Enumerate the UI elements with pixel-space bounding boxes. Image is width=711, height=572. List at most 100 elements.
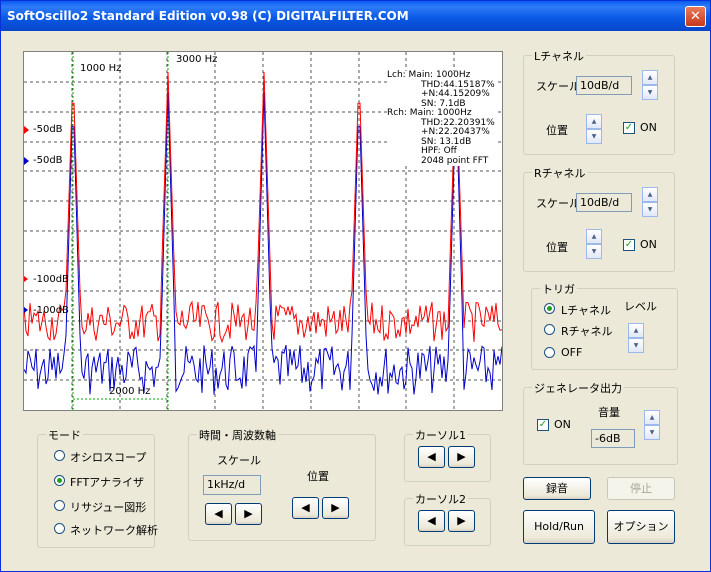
window-title: SoftOscillo2 Standard Edition v0.98 (C) …	[7, 9, 409, 23]
lch-position-spinner[interactable]: ▲ ▼	[586, 114, 602, 144]
hold-run-button[interactable]: Hold/Run	[523, 510, 595, 544]
axis-legend: 時間・周波数軸	[197, 427, 278, 443]
mode-network-radio[interactable]	[54, 523, 65, 534]
mode-oscilloscope-radio[interactable]	[54, 450, 65, 461]
lch-level-marker	[24, 126, 29, 134]
mode-fft-radio[interactable]	[54, 475, 65, 486]
spin-down-icon[interactable]: ▼	[642, 202, 658, 217]
axis-position-left-button[interactable]: ◀	[292, 497, 319, 519]
rch-scale-label: スケール	[536, 197, 580, 210]
cursor2-right-button[interactable]: ▶	[448, 510, 475, 532]
spin-up-icon[interactable]: ▲	[642, 187, 658, 202]
volume-field[interactable]: -6dB	[591, 429, 635, 448]
rch-level-marker	[24, 157, 29, 165]
rch-on-checkbox[interactable]: ✓	[623, 239, 635, 251]
cursor1-group: カーソル1 ◀ ▶	[404, 427, 491, 482]
lch-group: Lチャネル スケール 10dB/d ▲ ▼ 位置 ▲ ▼ ✓ ON	[523, 48, 675, 155]
volume-label: 音量	[598, 406, 620, 419]
axis-position-right-button[interactable]: ▶	[322, 497, 349, 519]
close-button[interactable]: ✕	[685, 6, 706, 27]
cursor2-group: カーソル2 ◀ ▶	[404, 491, 491, 546]
rch-level-marker-low	[24, 307, 28, 313]
lch-on-label: ON	[640, 121, 657, 134]
spin-up-icon[interactable]: ▲	[644, 410, 660, 425]
mode-legend: モード	[46, 427, 83, 443]
info-line: 2048 point FFT	[421, 155, 489, 166]
rch-scale-spinner[interactable]: ▲ ▼	[642, 187, 658, 217]
arrow-right-icon: ▶	[457, 514, 466, 527]
main-window: SoftOscillo2 Standard Edition v0.98 (C) …	[0, 0, 711, 572]
cursor2-left-button[interactable]: ◀	[418, 510, 445, 532]
axis-position-label: 位置	[307, 470, 329, 483]
option-button[interactable]: オプション	[607, 510, 675, 544]
spin-down-icon[interactable]: ▼	[586, 129, 602, 144]
rch-position-spinner[interactable]: ▲ ▼	[586, 229, 602, 259]
marker-label-3000hz: 3000 Hz	[176, 54, 218, 65]
cursor2-legend: カーソル2	[413, 491, 468, 507]
cursor1-left-button[interactable]: ◀	[418, 446, 445, 468]
arrow-right-icon: ▶	[331, 501, 340, 514]
generator-legend: ジェネレータ出力	[532, 380, 624, 396]
spin-down-icon[interactable]: ▼	[628, 338, 644, 353]
axis-scale-field[interactable]: 1kHz/d	[203, 475, 261, 495]
mode-oscilloscope-label: オシロスコープ	[70, 451, 147, 464]
spin-up-icon[interactable]: ▲	[586, 114, 602, 129]
volume-spinner[interactable]: ▲ ▼	[644, 410, 660, 440]
trigger-off-radio[interactable]	[544, 347, 555, 358]
mode-group: モード オシロスコープ FFTアナライザ リサジュー図形 ネットワーク解析	[37, 427, 158, 548]
generator-on-checkbox[interactable]: ✓	[537, 419, 549, 431]
rch-legend: Rチャネル	[532, 165, 588, 181]
lch-level-top: -50dB	[33, 124, 63, 135]
arrow-left-icon: ◀	[427, 450, 436, 463]
arrow-left-icon: ◀	[214, 507, 223, 520]
mode-fft-label: FFTアナライザ	[70, 476, 144, 489]
marker-label-2000hz: 2000 Hz	[109, 386, 151, 397]
axis-group: 時間・周波数軸 スケール 1kHz/d 位置 ◀ ▶ ◀ ▶	[188, 427, 376, 541]
mode-network-label: ネットワーク解析	[70, 524, 158, 537]
generator-on-label: ON	[554, 418, 571, 431]
lch-level-bottom: -100dB	[33, 274, 69, 285]
trigger-level-spinner[interactable]: ▲ ▼	[628, 323, 644, 353]
arrow-right-icon: ▶	[457, 450, 466, 463]
stop-button[interactable]: 停止	[607, 477, 675, 500]
arrow-right-icon: ▶	[244, 507, 253, 520]
lch-scale-spinner[interactable]: ▲ ▼	[642, 70, 658, 100]
cursor1-legend: カーソル1	[413, 427, 468, 443]
axis-scale-label: スケール	[217, 454, 261, 467]
trigger-lch-radio[interactable]	[544, 303, 555, 314]
arrow-left-icon: ◀	[427, 514, 436, 527]
cursor1-right-button[interactable]: ▶	[448, 446, 475, 468]
title-bar[interactable]: SoftOscillo2 Standard Edition v0.98 (C) …	[1, 1, 710, 31]
lch-position-label: 位置	[546, 124, 568, 137]
record-button[interactable]: 録音	[523, 477, 591, 500]
trigger-legend: トリガ	[540, 281, 577, 297]
rch-scale-field[interactable]: 10dB/d	[576, 193, 632, 212]
measurement-info: Lch: Main: 1000Hz THD:44.15187% +N:44.15…	[387, 70, 495, 166]
lch-level-marker-low	[24, 276, 28, 282]
lch-on-checkbox[interactable]: ✓	[623, 122, 635, 134]
rch-group: Rチャネル スケール 10dB/d ▲ ▼ 位置 ▲ ▼ ✓ ON	[523, 165, 675, 272]
spin-down-icon[interactable]: ▼	[644, 425, 660, 440]
axis-scale-left-button[interactable]: ◀	[205, 503, 232, 525]
trigger-off-label: OFF	[561, 346, 583, 359]
rch-level-bottom: -100dB	[33, 305, 69, 316]
fft-display[interactable]: 1000 Hz 3000 Hz 2000 Hz -50dB -50dB -100…	[23, 51, 503, 411]
rch-level-top: -50dB	[33, 155, 63, 166]
lch-scale-label: スケール	[536, 80, 580, 93]
spin-down-icon[interactable]: ▼	[642, 85, 658, 100]
trigger-rch-label: Rチャネル	[561, 325, 613, 338]
trigger-group: トリガ Lチャネル Rチャネル OFF レベル ▲ ▼	[531, 281, 678, 370]
arrow-left-icon: ◀	[301, 501, 310, 514]
rch-on-label: ON	[640, 238, 657, 251]
spin-up-icon[interactable]: ▲	[642, 70, 658, 85]
lch-legend: Lチャネル	[532, 48, 587, 64]
generator-group: ジェネレータ出力 ✓ ON 音量 -6dB ▲ ▼	[523, 380, 678, 465]
trigger-rch-radio[interactable]	[544, 324, 555, 335]
mode-lissajous-radio[interactable]	[54, 500, 65, 511]
axis-scale-right-button[interactable]: ▶	[235, 503, 262, 525]
spin-up-icon[interactable]: ▲	[628, 323, 644, 338]
rch-position-label: 位置	[546, 241, 568, 254]
spin-down-icon[interactable]: ▼	[586, 244, 602, 259]
spin-up-icon[interactable]: ▲	[586, 229, 602, 244]
lch-scale-field[interactable]: 10dB/d	[576, 76, 632, 95]
